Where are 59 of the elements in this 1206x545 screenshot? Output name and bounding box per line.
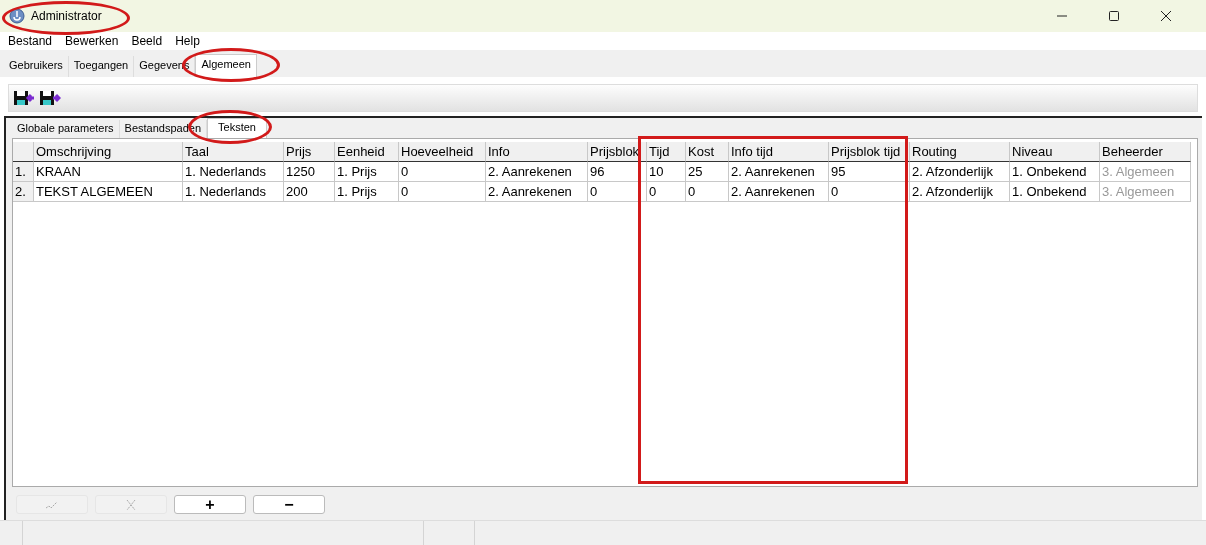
row-number: 2. — [13, 182, 34, 202]
column-header[interactable]: Info — [486, 142, 588, 162]
table-cell: 10 — [647, 162, 686, 182]
table-cell: 2. Afzonderlijk — [910, 182, 1010, 202]
table-cell: 0 — [399, 162, 486, 182]
table-cell: 2. Aanrekenen — [729, 182, 829, 202]
table-cell: TEKST ALGEMEEN — [34, 182, 183, 202]
table-cell: 2. Aanrekenen — [486, 162, 588, 182]
tab[interactable]: Teksten — [207, 118, 267, 138]
table-cell: 0 — [399, 182, 486, 202]
table-cell: 3. Algemeen — [1100, 182, 1191, 202]
table-cell: 1. Prijs — [335, 182, 399, 202]
window-title: Administrator — [31, 9, 102, 23]
column-header[interactable]: Info tijd — [729, 142, 829, 162]
table-cell: 2. Aanrekenen — [486, 182, 588, 202]
column-header[interactable]: Omschrijving — [34, 142, 183, 162]
menu-item[interactable]: Help — [175, 34, 200, 48]
column-header[interactable]: Routing — [910, 142, 1010, 162]
table-cell: 1. Nederlands — [183, 182, 284, 202]
column-header[interactable]: Prijsblok tijd — [829, 142, 910, 162]
table-cell: 0 — [588, 182, 647, 202]
table-cell: KRAAN — [34, 162, 183, 182]
table-cell: 1. Onbekend — [1010, 162, 1100, 182]
close-icon[interactable] — [1160, 10, 1172, 22]
column-header[interactable]: Niveau — [1010, 142, 1100, 162]
table-cell: 200 — [284, 182, 335, 202]
column-header[interactable]: Prijsblok — [588, 142, 647, 162]
disk-import-icon[interactable] — [13, 89, 35, 107]
table-cell: 1. Nederlands — [183, 162, 284, 182]
table-cell: 0 — [829, 182, 910, 202]
row-number: 1. — [13, 162, 34, 182]
menu-item[interactable]: Beeld — [131, 34, 163, 48]
table-cell: 25 — [686, 162, 729, 182]
table-cell: 2. Aanrekenen — [729, 162, 829, 182]
table-cell: 1. Onbekend — [1010, 182, 1100, 202]
table-cell: 1. Prijs — [335, 162, 399, 182]
tab[interactable]: Algemeen — [195, 54, 257, 77]
column-header[interactable]: Prijs — [284, 142, 335, 162]
app-icon — [9, 8, 25, 24]
column-header[interactable]: Eenheid — [335, 142, 399, 162]
column-header[interactable]: Tijd — [647, 142, 686, 162]
column-header[interactable]: Hoeveelheid — [399, 142, 486, 162]
header-corner — [13, 142, 34, 162]
column-header[interactable]: Taal — [183, 142, 284, 162]
table-cell: 0 — [647, 182, 686, 202]
table-cell: 95 — [829, 162, 910, 182]
action-button[interactable]: + — [174, 495, 246, 514]
menu-item[interactable]: Bestand — [8, 34, 53, 48]
column-header[interactable]: Kost — [686, 142, 729, 162]
disk-export-icon[interactable] — [39, 89, 61, 107]
table-cell: 1250 — [284, 162, 335, 182]
cross-icon — [126, 498, 136, 511]
table-cell: 96 — [588, 162, 647, 182]
maximize-icon[interactable] — [1108, 10, 1120, 22]
menu-item[interactable]: Bewerken — [65, 34, 119, 48]
table-cell: 0 — [686, 182, 729, 202]
table-cell: 3. Algemeen — [1100, 162, 1191, 182]
action-button[interactable]: − — [253, 495, 325, 514]
table-cell: 2. Afzonderlijk — [910, 162, 1010, 182]
